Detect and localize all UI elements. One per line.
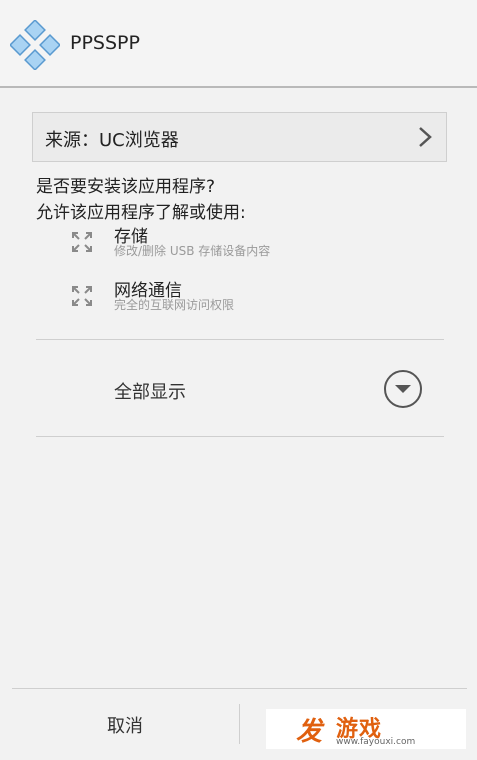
source-row[interactable]: 来源：UC浏览器 bbox=[32, 112, 447, 162]
expand-arrows-icon bbox=[72, 232, 92, 252]
divider bbox=[36, 436, 444, 437]
permission-description: 完全的互联网访问权限 bbox=[114, 298, 235, 312]
button-bar-divider bbox=[12, 688, 467, 689]
watermark-logo: 发 游戏 www.fayouxi.com bbox=[266, 709, 466, 749]
button-separator bbox=[239, 704, 240, 744]
watermark-mark: 发 bbox=[296, 717, 323, 747]
app-header: PPSSPP bbox=[0, 0, 477, 88]
permission-item-storage: 存储 修改/删除 USB 存储设备内容 bbox=[70, 222, 450, 262]
expand-arrows-icon bbox=[72, 286, 92, 306]
app-title: PPSSPP bbox=[70, 32, 140, 54]
watermark-url: www.fayouxi.com bbox=[336, 737, 416, 747]
show-all-row[interactable]: 全部显示 bbox=[36, 340, 444, 436]
permissions-heading: 允许该应用程序了解或使用: bbox=[36, 203, 246, 223]
permission-description: 修改/删除 USB 存储设备内容 bbox=[114, 244, 271, 258]
circle-chevron-down-icon[interactable] bbox=[384, 370, 422, 408]
chevron-right-icon bbox=[419, 127, 432, 147]
permission-item-network: 网络通信 完全的互联网访问权限 bbox=[70, 276, 450, 316]
source-label: 来源：UC浏览器 bbox=[45, 130, 179, 151]
cancel-button[interactable]: 取消 bbox=[12, 690, 238, 760]
show-all-label: 全部显示 bbox=[114, 382, 186, 403]
ppsspp-logo-icon bbox=[10, 20, 60, 70]
install-question: 是否要安装该应用程序? bbox=[36, 177, 216, 197]
